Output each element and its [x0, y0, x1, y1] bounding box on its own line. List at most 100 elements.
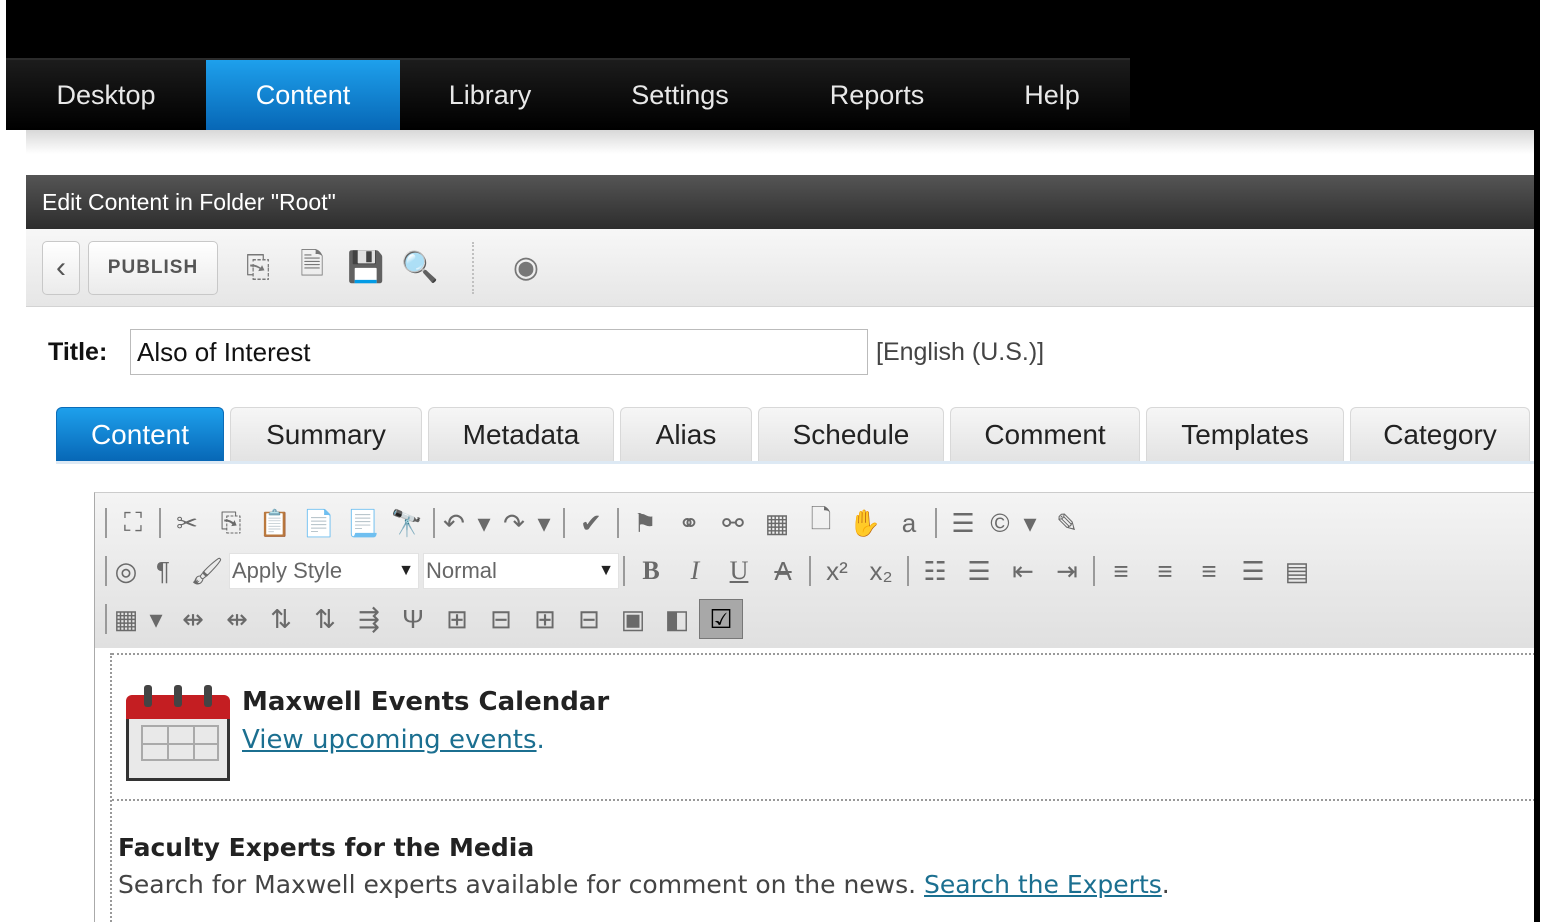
table-dropdown-icon[interactable]: ▾ — [141, 599, 171, 639]
editor-content-area[interactable]: Maxwell Events Calendar View upcoming ev… — [110, 653, 1534, 922]
paste-icon[interactable]: 📋 — [253, 503, 297, 543]
tab-content[interactable]: Content — [56, 407, 224, 461]
action-toolbar: ‹ PUBLISH ⎘ 🗎 💾 🔍 ◉ — [26, 229, 1534, 307]
bulleted-list-icon[interactable]: ☰ — [957, 551, 1001, 591]
delete-row-icon[interactable]: Ψ — [391, 599, 435, 639]
insert-image-icon[interactable]: ▦ — [755, 503, 799, 543]
italic-icon[interactable]: I — [673, 551, 717, 591]
nav-content[interactable]: Content — [206, 60, 400, 130]
view-events-link[interactable]: View upcoming events — [242, 725, 537, 755]
html-source-icon[interactable]: ✎ — [1045, 503, 1089, 543]
table-properties-icon[interactable]: ◧ — [655, 599, 699, 639]
library-link-icon[interactable]: ⚭ — [667, 503, 711, 543]
delete-column-icon[interactable]: ⇶ — [347, 599, 391, 639]
insert-column-right-icon[interactable]: ⇹ — [215, 599, 259, 639]
align-right-icon[interactable]: ≡ — [1187, 551, 1231, 591]
align-center-icon[interactable]: ≡ — [1143, 551, 1187, 591]
remove-link-icon[interactable]: ⚯ — [711, 503, 755, 543]
cell-properties-icon[interactable]: ▣ — [611, 599, 655, 639]
align-left-icon[interactable]: ≡ — [1099, 551, 1143, 591]
copyright-dropdown-icon[interactable]: ▾ — [1015, 503, 1045, 543]
app-window: Desktop Content Library Settings Reports… — [6, 0, 1540, 922]
toolbar-separator — [907, 556, 909, 586]
events-heading: Maxwell Events Calendar — [242, 687, 610, 717]
spellcheck-icon[interactable]: ✔ — [569, 503, 613, 543]
main-nav: Desktop Content Library Settings Reports… — [6, 58, 1130, 130]
chevron-down-icon: ▼ — [398, 562, 414, 579]
split-cell-icon[interactable]: ⊟ — [479, 599, 523, 639]
editor-toolbar: ⛶ ✂ ⎘ 📋 📄 📃 🔭 ↶ ▾ ↷ ▾ ✔ ⚑ ⚭ ⚯ ▦ 🗋 ✋ a ☰ … — [95, 493, 1534, 648]
split-vertical-icon[interactable]: ⊟ — [567, 599, 611, 639]
format-painter-icon[interactable]: 🖌 — [185, 551, 229, 591]
split-horizontal-icon[interactable]: ⊞ — [523, 599, 567, 639]
nav-help[interactable]: Help — [974, 60, 1130, 130]
tab-underline — [56, 461, 1534, 464]
nav-settings[interactable]: Settings — [580, 60, 780, 130]
title-row: Title: [English (U.S.)] — [26, 307, 1534, 397]
tab-comment[interactable]: Comment — [950, 407, 1140, 461]
editor-toolbar-row-3: ▦ ▾ ⇹ ⇹ ⇅ ⇅ ⇶ Ψ ⊞ ⊟ ⊞ ⊟ ▣ ◧ ☑ — [101, 595, 1534, 643]
indent-icon[interactable]: ⇥ — [1045, 551, 1089, 591]
horizontal-rule-icon[interactable]: ▤ — [1275, 551, 1319, 591]
fullscreen-icon[interactable]: ⛶ — [111, 503, 155, 543]
tab-templates[interactable]: Templates — [1146, 407, 1344, 461]
nav-reports[interactable]: Reports — [780, 60, 974, 130]
redo-icon[interactable]: ↷ — [499, 503, 529, 543]
tab-category[interactable]: Category — [1350, 407, 1530, 461]
copy-icon[interactable]: ⎘ — [209, 503, 253, 543]
tab-alias[interactable]: Alias — [620, 407, 752, 461]
preview-icon[interactable]: 🔍 — [398, 246, 442, 290]
toggle-borders-icon[interactable]: ☑ — [699, 599, 743, 639]
undo-icon[interactable]: ↶ — [439, 503, 469, 543]
insert-table-icon[interactable]: ▦ — [111, 599, 141, 639]
underline-icon[interactable]: U — [717, 551, 761, 591]
cut-icon[interactable]: ✂ — [165, 503, 209, 543]
tab-summary[interactable]: Summary — [230, 407, 422, 461]
tab-metadata[interactable]: Metadata — [428, 407, 614, 461]
toolbar-separator — [563, 508, 565, 538]
insert-row-above-icon[interactable]: ⇅ — [259, 599, 303, 639]
show-blocks-icon[interactable]: ◎ — [111, 551, 141, 591]
save-icon[interactable]: 💾 — [344, 246, 388, 290]
superscript-icon[interactable]: x² — [815, 551, 859, 591]
hyperlink-icon[interactable]: ⚑ — [623, 503, 667, 543]
insert-row-below-icon[interactable]: ⇅ — [303, 599, 347, 639]
subscript-icon[interactable]: x₂ — [859, 551, 903, 591]
style-select[interactable]: Apply Style ▼ — [229, 553, 419, 589]
paste-word-icon[interactable]: 📄 — [297, 503, 341, 543]
publish-button[interactable]: PUBLISH — [88, 240, 218, 295]
back-button[interactable]: ‹ — [42, 240, 80, 295]
toolbar-separator — [105, 556, 107, 586]
special-chars-icon[interactable]: a — [887, 503, 931, 543]
toolbar-separator — [809, 556, 811, 586]
search-experts-link[interactable]: Search the Experts — [924, 870, 1162, 899]
copyright-icon[interactable]: © — [985, 503, 1015, 543]
paragraph-icon[interactable]: ¶ — [141, 551, 185, 591]
list-icon[interactable]: ☰ — [941, 503, 985, 543]
format-select[interactable]: Normal ▼ — [423, 553, 619, 589]
paste-text-icon[interactable]: 📃 — [341, 503, 385, 543]
merge-cells-icon[interactable]: ⊞ — [435, 599, 479, 639]
redo-dropdown-icon[interactable]: ▾ — [529, 503, 559, 543]
find-icon[interactable]: 🔭 — [385, 503, 429, 543]
toolbar-separator — [105, 508, 107, 538]
insert-column-left-icon[interactable]: ⇹ — [171, 599, 215, 639]
insert-flash-icon[interactable]: ✋ — [843, 503, 887, 543]
numbered-list-icon[interactable]: ☷ — [913, 551, 957, 591]
style-select-value: Apply Style — [232, 558, 343, 583]
justify-icon[interactable]: ☰ — [1231, 551, 1275, 591]
tab-schedule[interactable]: Schedule — [758, 407, 944, 461]
strikethrough-icon[interactable]: A — [761, 551, 805, 591]
bold-icon[interactable]: B — [629, 551, 673, 591]
save-new-icon[interactable]: 🗎 — [290, 246, 334, 290]
nav-desktop[interactable]: Desktop — [6, 60, 206, 130]
nav-library[interactable]: Library — [400, 60, 580, 130]
title-input[interactable] — [130, 329, 868, 375]
undo-dropdown-icon[interactable]: ▾ — [469, 503, 499, 543]
insert-file-icon[interactable]: 🗋 — [799, 503, 843, 543]
help-icon[interactable]: ◉ — [504, 246, 548, 290]
events-link-suffix: . — [536, 725, 545, 755]
title-label: Title: — [48, 337, 108, 366]
checkin-icon[interactable]: ⎘ — [236, 246, 280, 290]
outdent-icon[interactable]: ⇤ — [1001, 551, 1045, 591]
